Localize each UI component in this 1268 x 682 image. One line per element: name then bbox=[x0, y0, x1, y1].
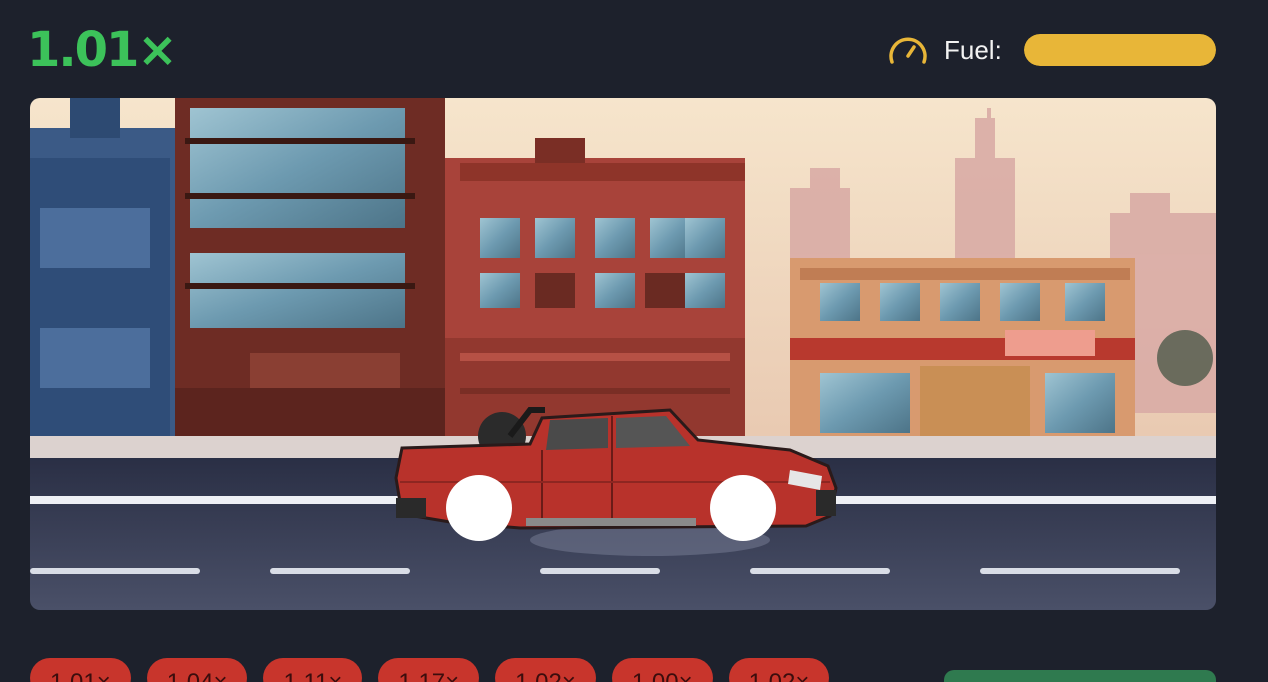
fuel-meter: Fuel: bbox=[888, 30, 1218, 70]
front-wheel bbox=[710, 475, 776, 541]
bet-action-button[interactable] bbox=[944, 670, 1216, 682]
fuel-label: Fuel: bbox=[944, 35, 1002, 65]
multiplier-history: 1.01× 1.04× 1.11× 1.17× 1.02× 1.00× 1.02× bbox=[30, 658, 830, 682]
rear-wheel bbox=[446, 475, 512, 541]
current-multiplier: 1.01× bbox=[27, 22, 178, 78]
history-chip: 1.00× bbox=[611, 658, 713, 682]
game-app: 1.01× Fuel: bbox=[0, 0, 1268, 682]
history-chip: 1.02× bbox=[495, 658, 596, 682]
history-chip: 1.02× bbox=[728, 658, 830, 682]
blue-building bbox=[30, 98, 180, 458]
speedometer-icon bbox=[889, 37, 927, 64]
game-scene bbox=[30, 98, 1216, 610]
history-chip: 1.17× bbox=[378, 658, 480, 682]
brick-building bbox=[445, 138, 745, 458]
history-chip: 1.01× bbox=[30, 658, 131, 682]
fuel-bar-fill bbox=[1024, 34, 1216, 66]
dark-red-building bbox=[175, 98, 445, 458]
history-chip: 1.04× bbox=[146, 658, 248, 682]
fuel-bar bbox=[1024, 34, 1216, 66]
history-chip: 1.11× bbox=[263, 658, 363, 682]
